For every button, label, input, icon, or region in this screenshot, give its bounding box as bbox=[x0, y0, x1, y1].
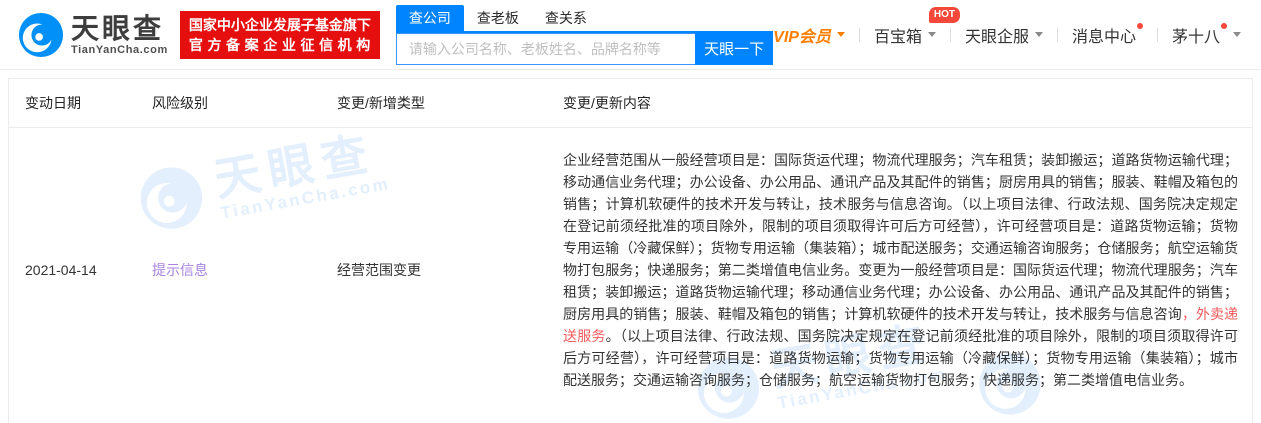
search-tabs: 查公司 查老板 查关系 bbox=[395, 4, 774, 33]
nav-treasure-box-label: 百宝箱 bbox=[873, 28, 922, 46]
nav-enterprise-service[interactable]: 天眼企服 bbox=[965, 23, 1043, 47]
nav-divider bbox=[949, 27, 951, 42]
chevron-down-icon bbox=[927, 32, 936, 37]
certification-badge: 国家中小企业发展子基金旗下 官方备案企业征信机构 bbox=[179, 10, 380, 59]
nav-enterprise-service-label: 天眼企服 bbox=[964, 28, 1029, 46]
change-record-table: 变动日期 风险级别 变更/新增类型 变更/更新内容 2021-04-14 提示信… bbox=[8, 78, 1253, 423]
nav-divider bbox=[1056, 27, 1058, 42]
site-header: 天眼查 TianYanCha.com 国家中小企业发展子基金旗下 官方备案企业征… bbox=[0, 0, 1261, 70]
change-date-cell: 2021-04-14 bbox=[25, 262, 97, 278]
nav-message-center-label: 消息中心 bbox=[1071, 28, 1136, 46]
tianyancha-logo-icon bbox=[18, 12, 64, 57]
risk-level-link[interactable]: 提示信息 bbox=[152, 262, 208, 278]
search-tab-boss[interactable]: 查老板 bbox=[464, 5, 532, 31]
table-header-row: 变动日期 风险级别 变更/新增类型 变更/更新内容 bbox=[9, 79, 1252, 128]
tianyancha-logo[interactable]: 天眼查 TianYanCha.com bbox=[18, 12, 168, 58]
notification-dot bbox=[1136, 22, 1143, 29]
certification-badge-line1: 国家中小企业发展子基金旗下 bbox=[188, 16, 371, 33]
nav-user-account-label: 茅十八 bbox=[1171, 28, 1220, 46]
search-button[interactable]: 天眼一下 bbox=[695, 32, 774, 65]
certification-badge-line2: 官方备案企业征信机构 bbox=[188, 36, 375, 53]
table-row: 2021-04-14 提示信息 经营范围变更 企业经营范围从一般经营项目是：国际… bbox=[9, 128, 1252, 401]
content-text-before: 企业经营范围从一般经营项目是：国际货运代理；物流代理服务；汽车租赁；装卸搬运；道… bbox=[563, 152, 1238, 322]
nav-divider bbox=[858, 27, 860, 42]
col-header-change-content: 变更/更新内容 bbox=[563, 95, 651, 111]
chevron-down-icon bbox=[836, 32, 845, 37]
notification-dot bbox=[1221, 22, 1227, 29]
search-tab-company[interactable]: 查公司 bbox=[395, 4, 464, 31]
col-header-change-type: 变更/新增类型 bbox=[337, 95, 425, 111]
risk-level-cell: 提示信息 bbox=[152, 260, 337, 280]
col-header-risk-level: 风险级别 bbox=[152, 95, 208, 111]
nav-divider bbox=[1156, 27, 1158, 42]
search-input[interactable] bbox=[395, 32, 696, 65]
nav-user-account[interactable]: 茅十八 bbox=[1171, 22, 1241, 47]
nav-message-center[interactable]: 消息中心 bbox=[1071, 22, 1143, 47]
logo-brand-text: 天眼查 bbox=[71, 12, 165, 44]
search-area: 查公司 查老板 查关系 天眼一下 bbox=[395, 4, 774, 65]
hot-badge: HOT bbox=[928, 6, 960, 23]
top-navigation: VIP会员 百宝箱 HOT 天眼企服 消息中心 茅十八 bbox=[773, 6, 1241, 47]
content-text-after: 。（以上项目法律、行政法规、国务院决定规定在登记前须经批准的项目除外，限制的项目… bbox=[563, 328, 1238, 388]
change-content-cell: 企业经营范围从一般经营项目是：国际货运代理；物流代理服务；汽车租赁；装卸搬运；道… bbox=[563, 149, 1238, 391]
chevron-down-icon bbox=[1233, 32, 1241, 37]
search-tab-relation[interactable]: 查关系 bbox=[532, 5, 600, 31]
nav-treasure-box[interactable]: 百宝箱 HOT bbox=[873, 6, 960, 47]
nav-vip-member-label: VIP会员 bbox=[773, 28, 831, 46]
col-header-change-date: 变动日期 bbox=[25, 95, 81, 111]
logo-domain-text: TianYanCha.com bbox=[71, 43, 168, 56]
chevron-down-icon bbox=[1034, 32, 1043, 37]
nav-vip-member[interactable]: VIP会员 bbox=[773, 23, 845, 47]
change-type-cell: 经营范围变更 bbox=[337, 262, 421, 278]
